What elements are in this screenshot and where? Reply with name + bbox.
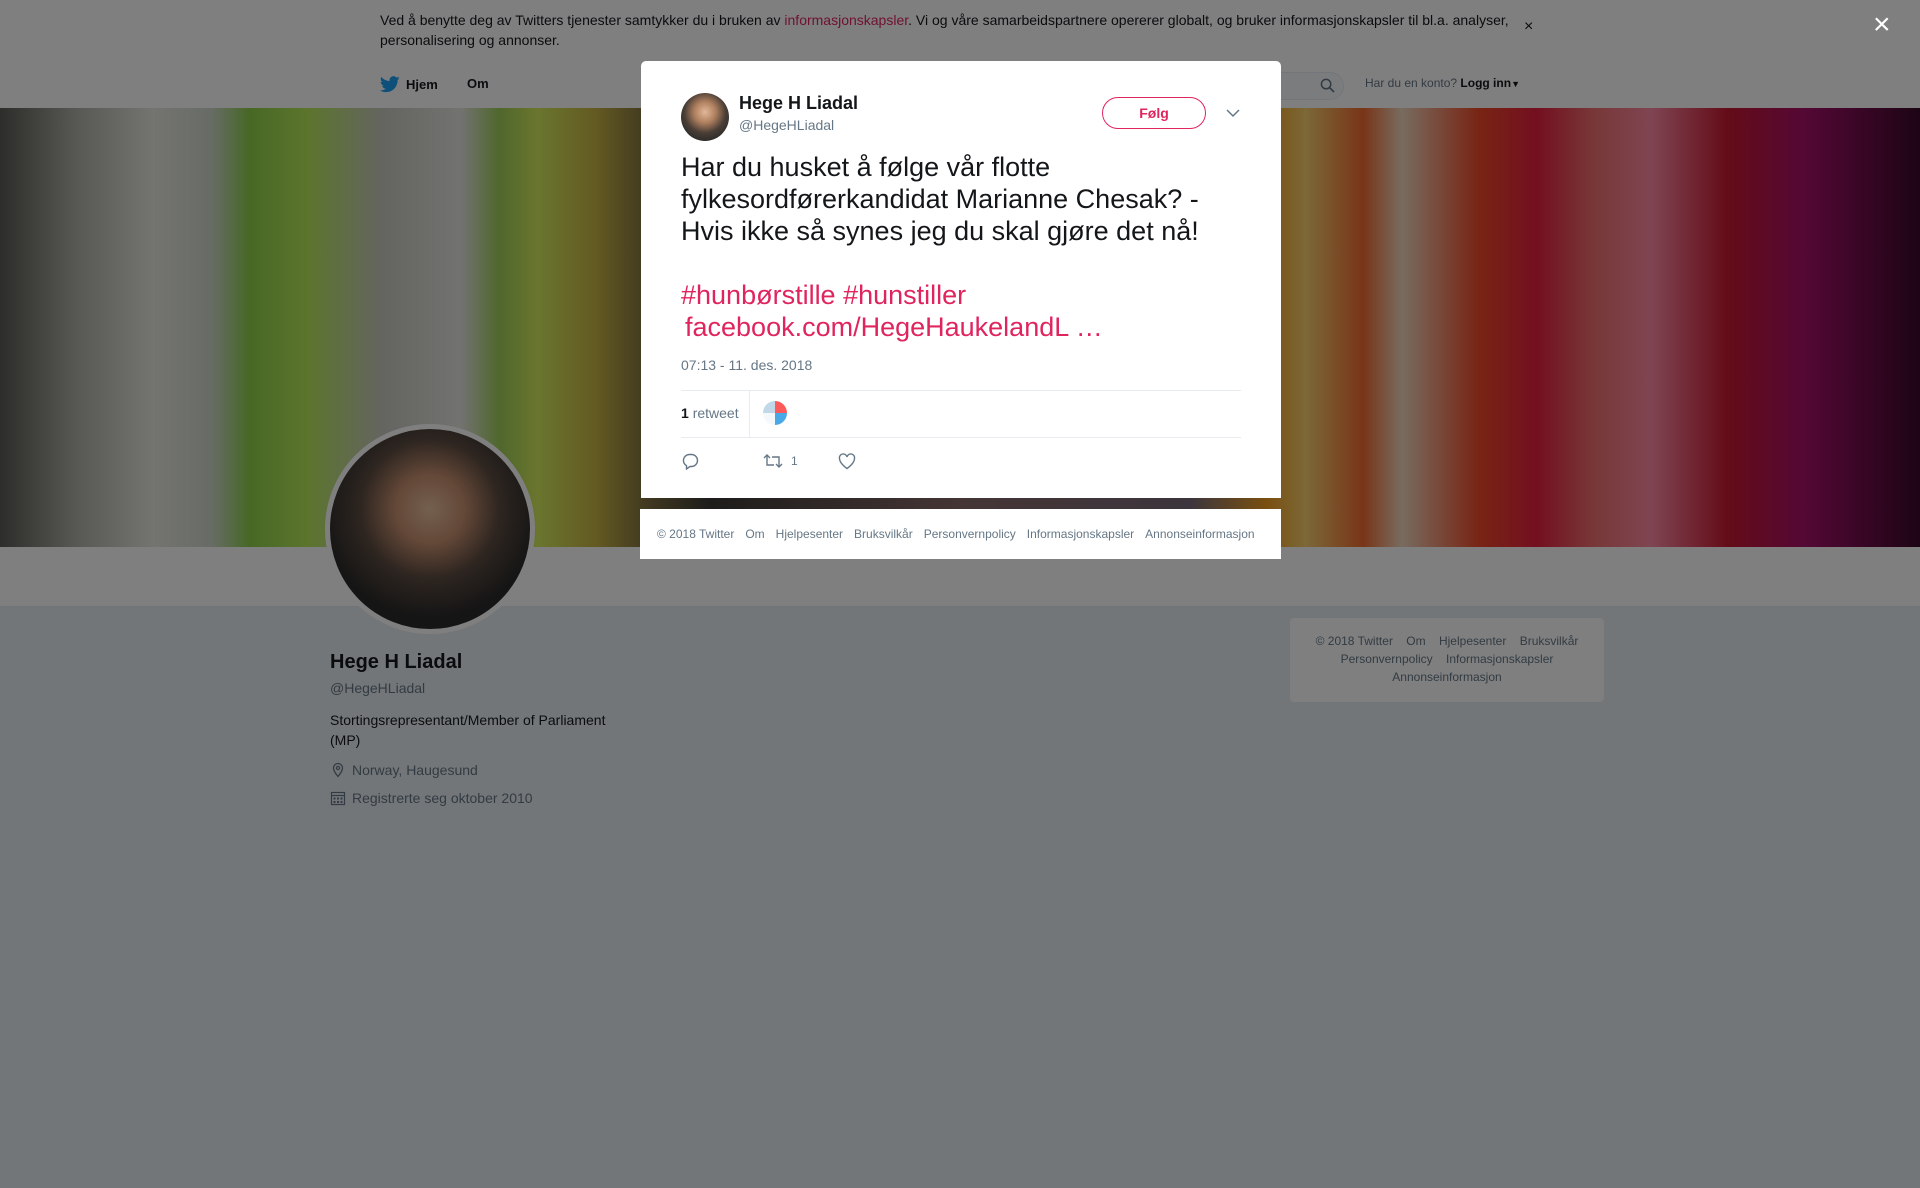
reply-button[interactable] xyxy=(681,452,699,470)
tweet-stats: 1 retweet xyxy=(681,390,1241,438)
retweeter-avatar[interactable] xyxy=(763,401,787,425)
retweet-count[interactable]: 1 retweet xyxy=(681,405,739,421)
hashtag-link[interactable]: #hunbørstille xyxy=(681,280,836,310)
retweet-button[interactable]: 1 xyxy=(763,453,798,469)
footer-about[interactable]: Om xyxy=(745,527,764,541)
tweet-author-handle[interactable]: @HegeHLiadal xyxy=(739,117,834,133)
hashtag-link[interactable]: #hunstiller xyxy=(843,280,966,310)
tweet-modal: Hege H Liadal @HegeHLiadal Følg Har du h… xyxy=(641,61,1281,498)
tweet-menu-button[interactable] xyxy=(1226,105,1240,123)
chevron-down-icon xyxy=(1226,109,1240,118)
tweet-author-avatar[interactable] xyxy=(681,93,729,141)
footer-privacy[interactable]: Personvernpolicy xyxy=(924,527,1016,541)
retweet-count-label: retweet xyxy=(692,405,739,421)
tweet-actions: 1 xyxy=(681,449,856,473)
overlay-close-button[interactable]: × xyxy=(1873,10,1891,40)
footer-terms[interactable]: Bruksvilkår xyxy=(854,527,913,541)
reply-icon xyxy=(682,453,699,470)
footer-ads-info[interactable]: Annonseinformasjon xyxy=(1145,527,1254,541)
tweet-author-name[interactable]: Hege H Liadal xyxy=(739,93,858,114)
stats-divider xyxy=(749,391,750,437)
footer-copyright[interactable]: © 2018 Twitter xyxy=(657,527,734,541)
tweet-text: Har du husket å følge vår flotte fylkeso… xyxy=(681,152,1199,246)
tweet-timestamp[interactable]: 07:13 - 11. des. 2018 xyxy=(681,357,812,373)
footer-help[interactable]: Hjelpesenter xyxy=(776,527,843,541)
external-link[interactable]: facebook.com/HegeHaukelandL … xyxy=(685,312,1103,342)
tweet-links: #hunbørstille #hunstiller facebook.com/H… xyxy=(681,279,1241,343)
retweet-count-number: 1 xyxy=(681,405,689,421)
retweet-icon xyxy=(763,454,783,468)
modal-footer: © 2018 Twitter Om Hjelpesenter Bruksvilk… xyxy=(640,509,1281,559)
follow-button[interactable]: Følg xyxy=(1102,97,1206,129)
retweet-action-count: 1 xyxy=(791,454,798,468)
heart-icon xyxy=(838,452,855,469)
like-button[interactable] xyxy=(838,452,856,470)
footer-cookies[interactable]: Informasjonskapsler xyxy=(1027,527,1134,541)
